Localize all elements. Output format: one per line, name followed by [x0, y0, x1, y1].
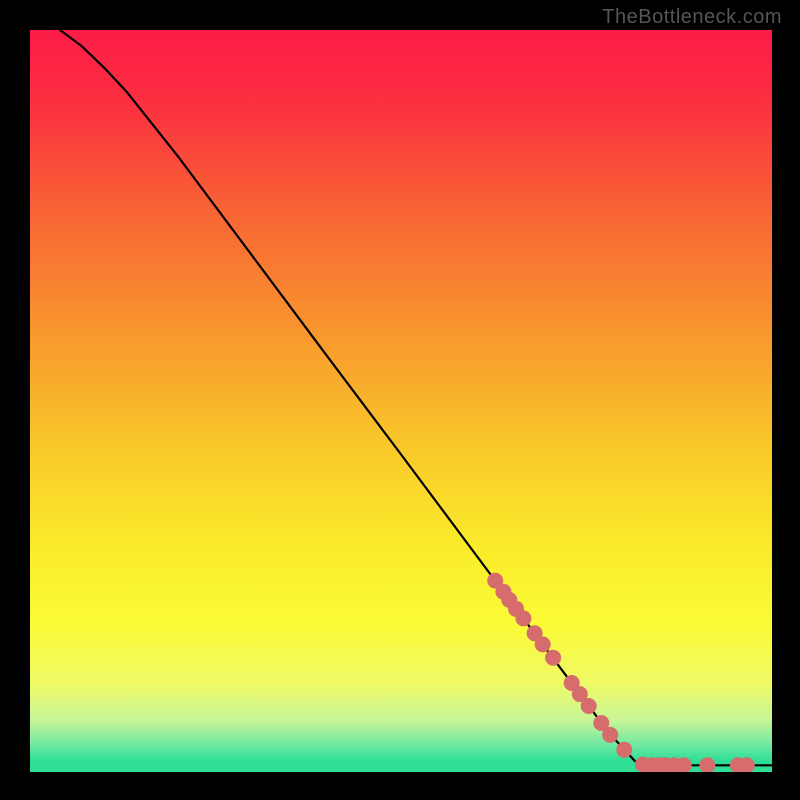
- chart-background: [30, 30, 772, 772]
- data-marker: [581, 698, 597, 714]
- data-marker: [535, 636, 551, 652]
- data-marker: [602, 727, 618, 743]
- data-marker: [515, 610, 531, 626]
- data-marker: [545, 650, 561, 666]
- data-marker: [616, 742, 632, 758]
- bottleneck-chart: [30, 30, 772, 772]
- attribution-text: TheBottleneck.com: [602, 6, 782, 29]
